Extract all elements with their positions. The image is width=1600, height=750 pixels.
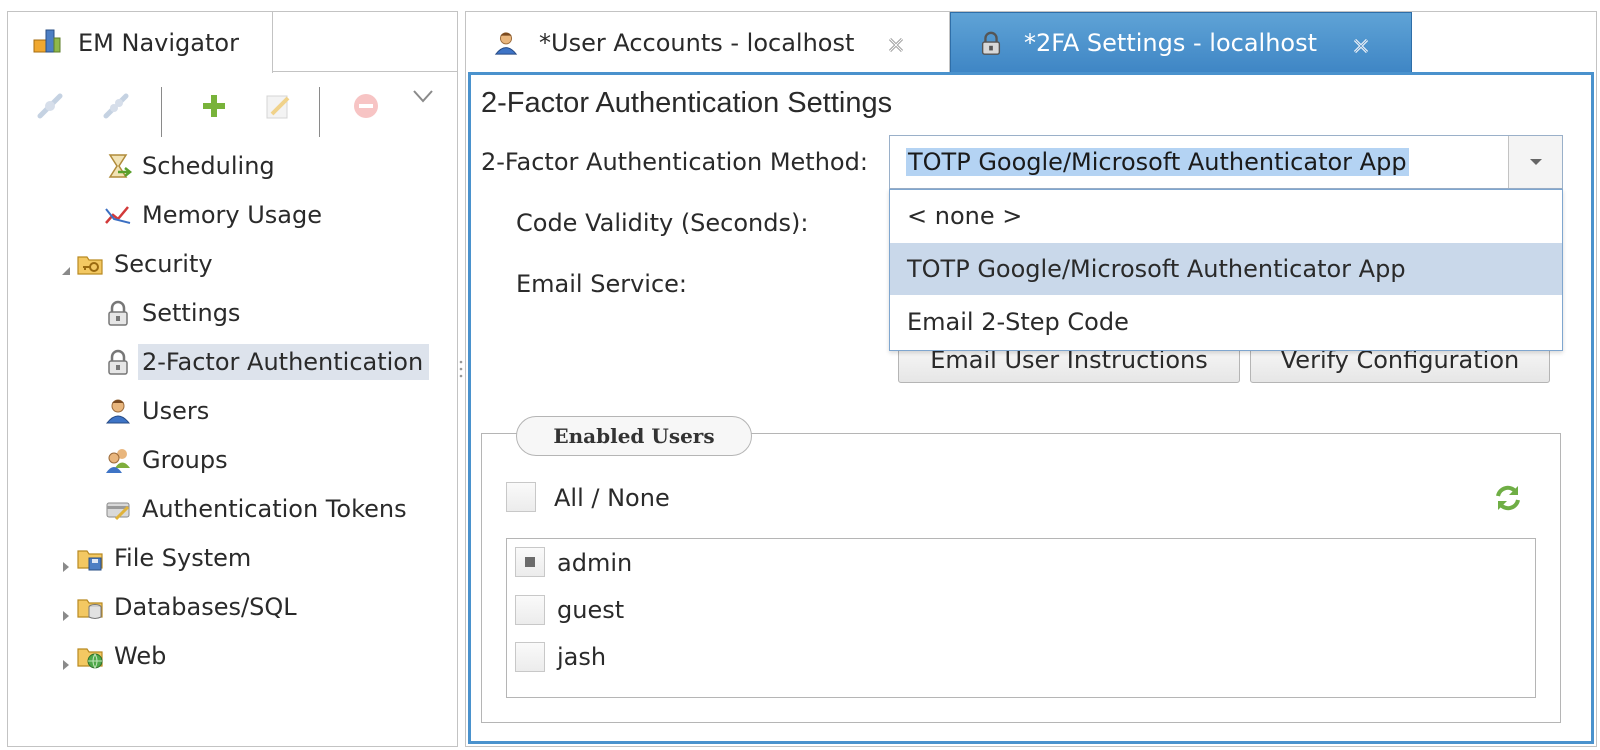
tree-item-settings[interactable]: Settings (104, 291, 240, 335)
tab-label: *User Accounts - localhost (539, 28, 855, 57)
token-icon (104, 495, 132, 523)
tree-item-label: 2-Factor Authentication (138, 344, 430, 380)
enabled-users-legend: Enabled Users (516, 416, 752, 456)
tree-item-memory-usage[interactable]: Memory Usage (104, 193, 322, 237)
tree-item-label: Scheduling (142, 152, 275, 180)
tree-item-security[interactable]: Security (76, 242, 213, 286)
method-dropdown-list: < none > TOTP Google/Microsoft Authentic… (889, 189, 1563, 351)
user-icon (493, 30, 519, 56)
2fa-settings-form: 2-Factor Authentication Settings 2-Facto… (468, 72, 1594, 744)
lock-icon (978, 30, 1004, 56)
method-select[interactable]: TOTP Google/Microsoft Authenticator App (889, 135, 1563, 189)
view-menu-chevron-down-icon[interactable] (412, 88, 444, 120)
hourglass-icon (104, 152, 133, 180)
edit-icon[interactable] (262, 90, 294, 122)
tree-item-label: Authentication Tokens (142, 495, 407, 523)
user-checkbox-jash[interactable] (515, 642, 545, 672)
folder-globe-icon (76, 642, 104, 670)
partial-check-mark (525, 557, 535, 567)
user-label-admin: admin (557, 549, 633, 577)
lock-icon (104, 299, 132, 327)
all-none-checkbox[interactable] (506, 482, 536, 512)
tree-item-groups[interactable]: Groups (104, 438, 228, 482)
close-tab-icon[interactable] (886, 33, 906, 53)
user-checkbox-admin[interactable] (515, 547, 545, 577)
tab-user-accounts[interactable]: *User Accounts - localhost (466, 12, 950, 73)
navigator-tabbar: EM Navigator (8, 12, 457, 73)
em-navigator-icon (32, 26, 62, 60)
tree-item-web[interactable]: Web (76, 634, 166, 678)
tree-item-users[interactable]: Users (104, 389, 209, 433)
tree-item-databases-sql[interactable]: Databases/SQL (76, 585, 297, 629)
refresh-icon[interactable] (1492, 482, 1524, 514)
enabled-users-group: Enabled Users All / None admin guest jas… (481, 416, 1561, 723)
dropdown-option-email-2-step[interactable]: Email 2-Step Code (890, 296, 1562, 348)
add-icon[interactable] (198, 90, 230, 122)
method-select-value: TOTP Google/Microsoft Authenticator App (906, 148, 1409, 176)
chart-line-icon (104, 201, 132, 229)
dropdown-option-totp[interactable]: TOTP Google/Microsoft Authenticator App (890, 243, 1562, 295)
navigator-toolbar (8, 74, 457, 138)
tree-item-label: Users (142, 397, 210, 425)
tree-item-label: File System (114, 544, 252, 572)
close-tab-icon[interactable] (1351, 34, 1371, 54)
folder-disk-icon (76, 544, 104, 572)
lock-icon (104, 348, 132, 376)
select-chevron-down-icon[interactable] (1508, 136, 1562, 188)
method-label: 2-Factor Authentication Method: (481, 148, 868, 176)
tree-item-label: Settings (142, 299, 241, 327)
user-checkbox-guest[interactable] (515, 595, 545, 625)
tree-item-2-factor-authentication[interactable]: 2-Factor Authentication (104, 340, 430, 384)
user-icon (104, 397, 132, 425)
toolbar-separator (161, 87, 162, 137)
tree-item-label: Memory Usage (142, 201, 323, 229)
expand-triangle-icon[interactable] (60, 607, 72, 621)
tree-item-authentication-tokens[interactable]: Authentication Tokens (104, 487, 407, 531)
tree-item-file-system[interactable]: File System (76, 536, 251, 580)
tab-em-navigator[interactable]: EM Navigator (8, 12, 273, 73)
code-validity-label: Code Validity (Seconds): (516, 209, 809, 237)
em-navigator-panel: EM Navigator Scheduling Memory Usage Sec… (7, 11, 458, 747)
tree-item-scheduling[interactable]: Scheduling (104, 144, 275, 188)
user-label-jash: jash (557, 643, 607, 671)
expand-triangle-icon[interactable] (60, 656, 72, 670)
group-icon (104, 446, 132, 474)
user-label-guest: guest (557, 596, 625, 624)
tree-item-label: Databases/SQL (114, 593, 297, 621)
all-none-label: All / None (554, 484, 670, 512)
expand-triangle-icon[interactable] (60, 558, 72, 572)
remove-icon[interactable] (350, 90, 382, 122)
dropdown-option-none[interactable]: < none > (890, 190, 1562, 242)
folder-db-icon (76, 593, 104, 621)
page-title: 2-Factor Authentication Settings (481, 87, 893, 119)
panel-splitter[interactable] (459, 358, 463, 380)
users-list: admin guest jash (506, 538, 1536, 698)
collapse-triangle-icon[interactable] (60, 262, 72, 275)
tab-label: *2FA Settings - localhost (1024, 28, 1318, 57)
tab-2fa-settings[interactable]: *2FA Settings - localhost (950, 12, 1412, 73)
disconnect-icon[interactable] (100, 90, 132, 122)
tree-item-label: Security (114, 250, 213, 278)
tree-item-label: Groups (142, 446, 228, 474)
email-service-label: Email Service: (516, 270, 687, 298)
folder-key-icon (76, 250, 104, 278)
toolbar-separator (319, 87, 320, 137)
editor-area: *User Accounts - localhost *2FA Settings… (465, 11, 1597, 747)
navigator-tab-label: EM Navigator (78, 28, 239, 57)
connect-icon[interactable] (34, 90, 66, 122)
tree-item-label: Web (114, 642, 167, 670)
editor-tabbar: *User Accounts - localhost *2FA Settings… (466, 12, 1596, 73)
